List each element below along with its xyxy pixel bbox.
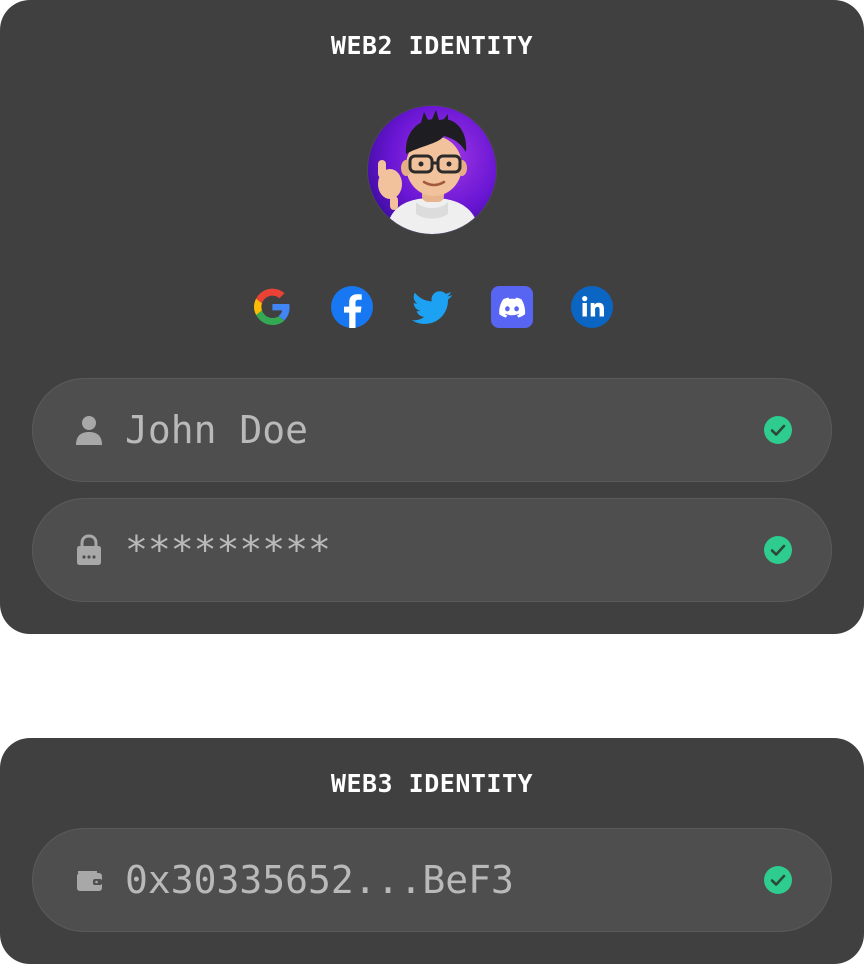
- twitter-login-button[interactable]: [410, 285, 454, 329]
- wallet-address-field[interactable]: 0x30335652...BeF3: [32, 828, 832, 932]
- web3-identity-card: WEB3 IDENTITY 0x30335652...BeF3: [0, 738, 864, 964]
- username-field[interactable]: John Doe: [32, 378, 832, 482]
- web2-identity-card: WEB2 IDENTITY John Doe *********: [0, 0, 864, 634]
- social-login-row: [0, 285, 864, 329]
- wallet-address-value: 0x30335652...BeF3: [125, 858, 514, 902]
- linkedin-login-button[interactable]: [570, 285, 614, 329]
- avatar[interactable]: [368, 106, 496, 234]
- memoji-avatar-image: [368, 106, 496, 234]
- password-field[interactable]: *********: [32, 498, 832, 602]
- lock-icon: [73, 533, 105, 567]
- google-login-button[interactable]: [250, 285, 294, 329]
- facebook-icon: [331, 286, 373, 328]
- twitter-icon: [412, 291, 453, 324]
- linkedin-icon: [571, 286, 613, 328]
- google-icon: [254, 288, 290, 325]
- user-icon: [73, 413, 105, 447]
- facebook-login-button[interactable]: [330, 285, 374, 329]
- web3-title: WEB3 IDENTITY: [330, 769, 534, 798]
- username-value: John Doe: [125, 408, 309, 452]
- discord-icon: [491, 286, 533, 328]
- password-value: *********: [125, 528, 331, 572]
- verified-check-icon: [763, 865, 793, 895]
- wallet-icon: [73, 863, 105, 897]
- verified-check-icon: [763, 415, 793, 445]
- discord-login-button[interactable]: [490, 285, 534, 329]
- verified-check-icon: [763, 535, 793, 565]
- web2-title: WEB2 IDENTITY: [330, 31, 534, 60]
